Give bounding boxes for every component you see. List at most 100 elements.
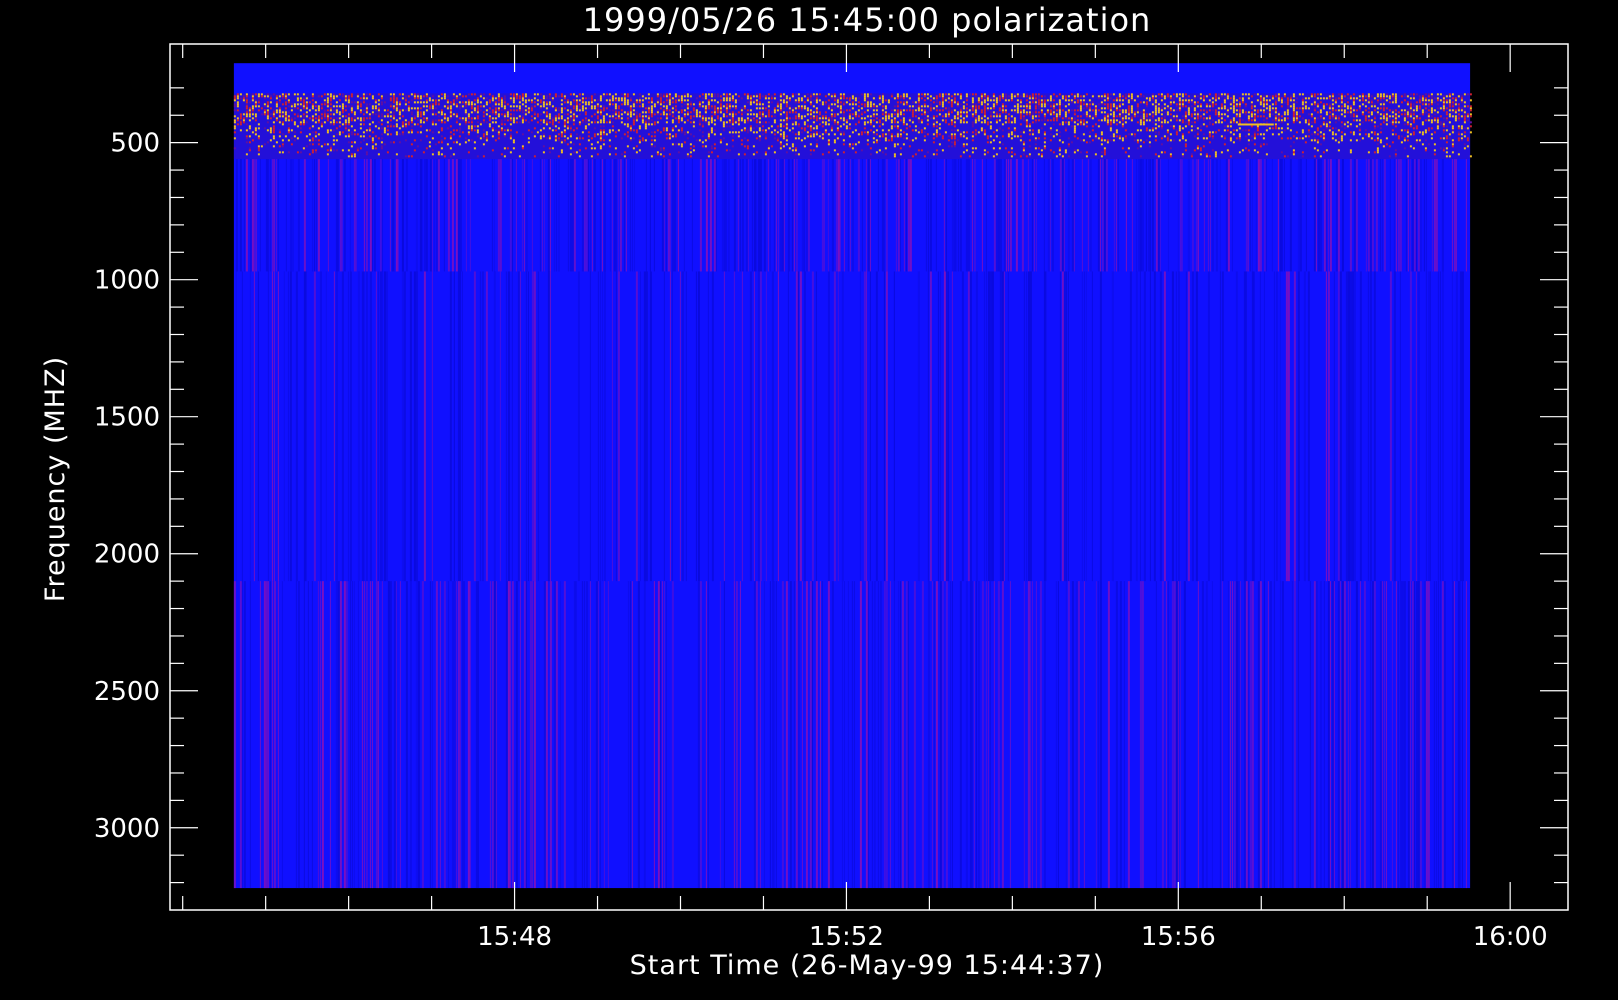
heatmap-stripe [347,271,349,582]
noise-pixel [323,113,326,116]
noise-pixel [1112,117,1115,120]
heatmap-stripe [681,271,684,582]
noise-pixel [809,117,812,120]
noise-pixel [1379,131,1382,134]
noise-pixel [1460,109,1463,112]
noise-pixel [950,123,953,126]
heatmap-stripe [1303,271,1306,582]
noise-pixel [779,113,782,116]
heatmap-stripe [819,581,821,889]
noise-pixel [554,125,557,128]
heatmap-stripe [1391,581,1393,889]
noise-pixel [1361,121,1364,124]
heatmap-stripe [719,581,721,889]
noise-pixel [338,99,341,102]
noise-pixel [818,93,821,96]
noise-pixel [368,123,371,126]
heatmap-stripe [907,581,909,889]
noise-pixel [1232,99,1235,102]
noise-pixel [488,123,491,126]
heatmap-stripe [1087,159,1089,272]
heatmap-stripe [307,581,309,889]
noise-pixel [890,127,893,130]
noise-pixel [1190,99,1193,102]
noise-pixel [1388,117,1391,120]
noise-pixel [833,115,836,118]
heatmap-stripe [735,581,738,889]
noise-pixel [704,119,707,122]
heatmap-stripe [399,581,401,889]
heatmap-stripe [409,271,412,582]
noise-pixel [860,117,863,120]
noise-pixel [398,111,401,114]
noise-pixel [959,131,962,134]
noise-pixel [1244,111,1247,114]
noise-pixel [359,103,362,106]
noise-pixel [1460,95,1463,98]
noise-pixel [533,113,536,116]
noise-pixel [1034,107,1037,110]
heatmap-stripe [1419,581,1422,889]
noise-pixel [524,105,527,108]
noise-pixel [1022,95,1025,98]
noise-pixel [656,103,659,106]
noise-pixel [1112,113,1115,116]
noise-pixel [695,109,698,112]
heatmap-stripe [1061,271,1064,582]
noise-pixel [1274,101,1277,104]
noise-pixel [1280,97,1283,100]
noise-pixel [1223,93,1226,96]
noise-pixel [335,111,338,114]
noise-pixel [1091,115,1094,118]
noise-pixel [1280,121,1283,124]
heatmap-stripe [715,159,717,272]
noise-pixel [1370,119,1373,122]
noise-pixel [1007,131,1010,134]
heatmap-stripe [1415,271,1417,582]
noise-pixel [611,99,614,102]
noise-pixel [890,115,893,118]
noise-pixel [284,101,287,104]
noise-pixel [950,103,953,106]
noise-pixel [1214,131,1217,134]
noise-pixel [1187,111,1190,114]
noise-pixel [1250,107,1253,110]
noise-pixel [341,93,344,96]
noise-pixel [965,107,968,110]
noise-pixel [242,99,245,102]
noise-pixel [662,109,665,112]
noise-pixel [416,123,419,126]
noise-pixel [866,131,869,134]
noise-pixel [686,95,689,98]
heatmap-stripe [1085,271,1087,582]
noise-pixel [704,121,707,124]
noise-pixel [728,105,731,108]
noise-pixel [986,117,989,120]
noise-pixel [1067,111,1070,114]
noise-pixel [1361,97,1364,100]
noise-pixel [815,107,818,110]
heatmap-stripe [775,159,777,272]
heatmap-stripe [677,159,679,272]
noise-pixel [1331,109,1334,112]
noise-pixel [353,115,356,118]
noise-pixel [764,95,767,98]
heatmap-stripe [795,159,798,272]
noise-pixel [953,117,956,120]
heatmap-stripe [1441,159,1444,272]
noise-pixel [686,105,689,108]
heatmap-stripe [1423,581,1426,889]
noise-pixel [449,131,452,134]
noise-pixel [1409,109,1412,112]
noise-pixel [1430,107,1433,110]
noise-pixel [881,123,884,126]
heatmap-stripe [885,581,888,889]
noise-pixel [245,103,248,106]
noise-pixel [1115,97,1118,100]
noise-pixel [560,111,563,114]
noise-pixel [296,115,299,118]
noise-pixel [1043,103,1046,106]
noise-pixel [1313,93,1316,96]
noise-pixel [1412,97,1415,100]
noise-pixel [1019,113,1022,116]
